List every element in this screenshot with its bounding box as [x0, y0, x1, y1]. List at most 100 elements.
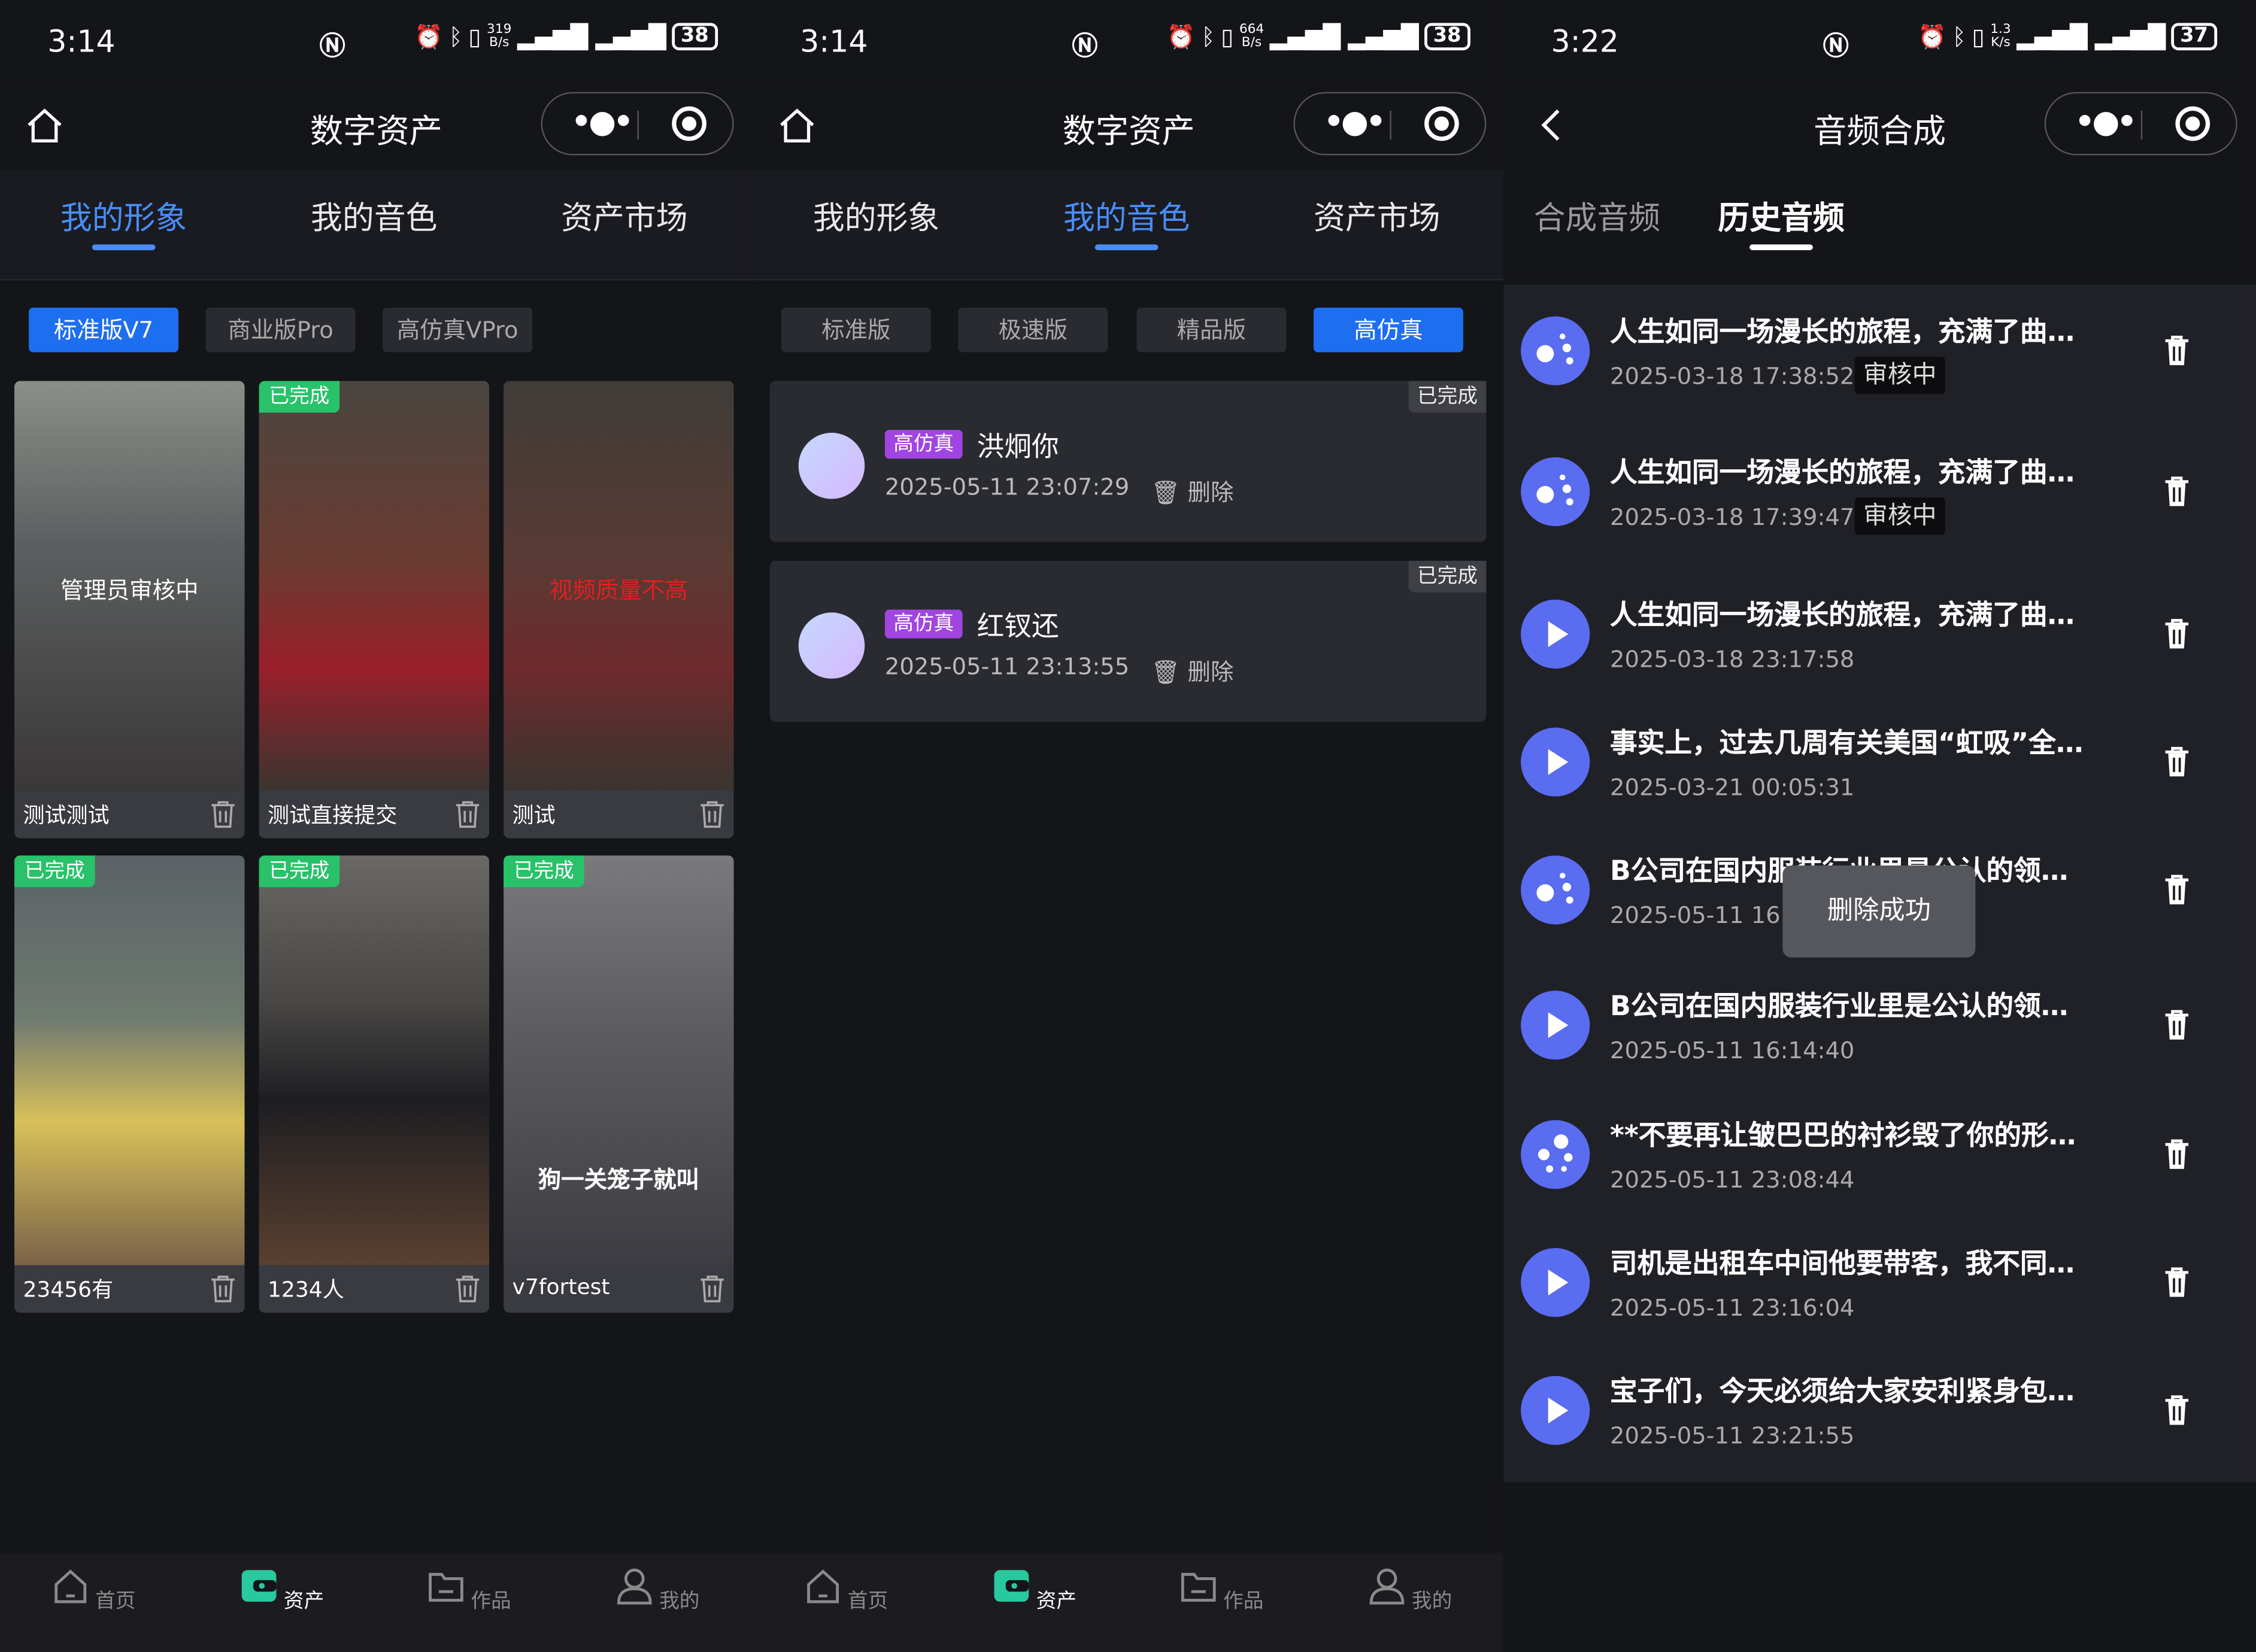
chip-standard-v7[interactable]: 标准版V7: [29, 308, 178, 353]
history-row[interactable]: 事实上，过去几周有关美国“虹吸”全… 2025-03-21 00:05:31: [1503, 696, 2256, 825]
vibrate-icon: ▯: [468, 23, 481, 51]
trash-icon[interactable]: [699, 800, 725, 828]
net-speed-value: 664: [1239, 22, 1265, 37]
nav-assets[interactable]: 资产: [239, 1567, 325, 1614]
tab-underline: [1094, 244, 1159, 250]
hifi-tag: 高仿真: [884, 609, 963, 639]
history-title: 宝子们，今天必须给大家安利紧身包…: [1610, 1375, 2075, 1408]
play-icon[interactable]: [1521, 1375, 1590, 1445]
chip-premium[interactable]: 精品版: [1136, 308, 1287, 353]
tab-asset-market[interactable]: 资产市场: [1314, 193, 1441, 239]
tab-label: 我的形象: [60, 201, 187, 238]
delete-button[interactable]: 🗑 删除: [1151, 473, 1233, 508]
tab-synthesize-audio[interactable]: 合成音频: [1534, 193, 1661, 239]
capsule-divider: [637, 110, 639, 140]
chip-hifi[interactable]: 高仿真: [1313, 308, 1463, 353]
alarm-icon: ⏰: [1918, 23, 1947, 51]
status-icons: ⏰ ᛒ ▯ 664 B/s ▂▄▆█ ▂▄▆█ 38: [1167, 22, 1470, 51]
trash-icon[interactable]: [2164, 874, 2190, 906]
tab-label: 合成音频: [1533, 201, 1661, 238]
processing-dots-icon: [1521, 855, 1590, 925]
nav-works[interactable]: 作品: [1178, 1567, 1265, 1614]
chip-hifi-vpro[interactable]: 高仿真VPro: [383, 308, 533, 353]
history-row[interactable]: B公司在国内服装行业里是公认的领… 2025-05-11 16:14:40: [1503, 959, 2256, 1088]
play-icon[interactable]: [1521, 599, 1590, 669]
nav-works-label: 作品: [1223, 1590, 1264, 1614]
history-date: 2025-03-18 17:38:52: [1610, 362, 1855, 390]
avatar-card[interactable]: 已完成 狗一关笼子就叫 v7fortest: [504, 855, 734, 1313]
chip-business-pro[interactable]: 商业版Pro: [205, 308, 356, 353]
history-row[interactable]: 司机是出租车中间他要带客，我不同… 2025-05-11 23:16:04: [1503, 1216, 2256, 1346]
nav-home[interactable]: 首页: [50, 1567, 137, 1614]
music-note-icon: [798, 433, 865, 499]
tab-history-audio[interactable]: 历史音频: [1718, 193, 1845, 250]
nav-mine[interactable]: 我的: [1367, 1567, 1453, 1614]
voice-card[interactable]: 已完成 高仿真 红钗还 2025-05-11 23:13:55 🗑 删除: [769, 560, 1487, 722]
voice-card[interactable]: 已完成 高仿真 洪炯你 2025-05-11 23:07:29 🗑 删除: [769, 381, 1487, 542]
completed-badge: 已完成: [504, 855, 584, 888]
more-icon[interactable]: •●•: [571, 105, 633, 141]
net-speed-value: 1.3: [1990, 22, 2011, 37]
trash-icon[interactable]: [2164, 746, 2190, 778]
trash-icon[interactable]: [454, 800, 480, 828]
tab-my-voice[interactable]: 我的音色: [311, 193, 438, 239]
tab-my-avatar[interactable]: 我的形象: [813, 193, 940, 239]
completed-badge: 已完成: [259, 855, 340, 888]
trash-icon[interactable]: [2164, 1267, 2190, 1298]
bluetooth-icon: ᛒ: [1201, 23, 1215, 51]
history-row[interactable]: **不要再让皱巴巴的衬衫毁了你的形… 2025-05-11 23:08:44: [1503, 1088, 2256, 1217]
history-date: 2025-05-11 23:21:55: [1610, 1422, 1855, 1450]
nfc-icon: Ⓝ: [1823, 31, 1849, 62]
chip-standard[interactable]: 标准版: [781, 308, 931, 353]
trash-icon: 🗑: [1151, 658, 1181, 686]
signal-icon: ▂▄▆█ ▂▄▆█: [2017, 23, 2166, 51]
history-row[interactable]: 人生如同一场漫长的旅程，充满了曲… 2025-03-18 17:38:52 审核中: [1503, 285, 2256, 414]
more-icon[interactable]: •●•: [1324, 105, 1386, 141]
trash-icon[interactable]: [2164, 1138, 2190, 1170]
trash-icon[interactable]: [210, 800, 236, 828]
status-time: 3:14: [47, 24, 116, 59]
avatar-card[interactable]: 已完成 1234人: [259, 855, 490, 1313]
trash-icon[interactable]: [2164, 1009, 2190, 1041]
trash-icon[interactable]: [2164, 335, 2190, 367]
play-icon[interactable]: [1521, 1248, 1590, 1317]
history-row[interactable]: 人生如同一场漫长的旅程，充满了曲… 2025-03-18 17:39:47 审核中: [1503, 426, 2256, 555]
tab-my-avatar[interactable]: 我的形象: [60, 193, 187, 250]
asset-tabs: 我的形象 我的音色 资产市场: [0, 169, 753, 281]
play-icon[interactable]: [1521, 991, 1590, 1060]
more-icon[interactable]: •●•: [2075, 105, 2137, 141]
voice-name: 红钗还: [977, 611, 1059, 643]
net-speed: 664 B/s: [1239, 22, 1265, 50]
close-miniapp-icon[interactable]: [672, 106, 706, 141]
processing-dots-icon: [1521, 316, 1590, 385]
chip-fast[interactable]: 极速版: [958, 308, 1108, 353]
close-miniapp-icon[interactable]: [2175, 106, 2210, 141]
history-date: 2025-05-11 16:: [1610, 901, 1788, 929]
nav-assets[interactable]: 资产: [991, 1567, 1078, 1614]
close-miniapp-icon[interactable]: [1424, 106, 1459, 141]
nav-works[interactable]: 作品: [426, 1567, 512, 1614]
play-icon[interactable]: [1521, 727, 1590, 797]
trash-icon[interactable]: [210, 1274, 236, 1302]
trash-icon[interactable]: [2164, 476, 2190, 508]
avatar-card[interactable]: 已完成 23456有: [14, 855, 245, 1313]
delete-label: 删除: [1187, 478, 1234, 506]
avatar-card[interactable]: 视频质量不高 测试: [504, 381, 734, 839]
tab-label: 我的形象: [812, 201, 940, 238]
trash-icon[interactable]: [2164, 1395, 2190, 1426]
history-row[interactable]: 宝子们，今天必须给大家安利紧身包… 2025-05-11 23:21:55: [1503, 1344, 2256, 1474]
nav-home[interactable]: 首页: [803, 1567, 889, 1614]
tab-my-voice[interactable]: 我的音色: [1063, 193, 1190, 250]
subtitle-overlay: 狗一关笼子就叫: [538, 1166, 699, 1194]
history-row[interactable]: 人生如同一场漫长的旅程，充满了曲… 2025-03-18 23:17:58: [1503, 568, 2256, 697]
tab-asset-market[interactable]: 资产市场: [561, 193, 688, 239]
avatar-thumbnail: [259, 381, 490, 791]
card-footer: 测试直接提交: [259, 791, 490, 839]
trash-icon[interactable]: [2164, 618, 2190, 650]
avatar-card[interactable]: 已完成 测试直接提交: [259, 381, 490, 839]
trash-icon[interactable]: [454, 1274, 480, 1302]
delete-button[interactable]: 🗑 删除: [1151, 653, 1233, 688]
nav-mine[interactable]: 我的: [614, 1567, 701, 1614]
trash-icon[interactable]: [699, 1274, 725, 1302]
avatar-card[interactable]: 管理员审核中 测试测试: [14, 381, 245, 839]
